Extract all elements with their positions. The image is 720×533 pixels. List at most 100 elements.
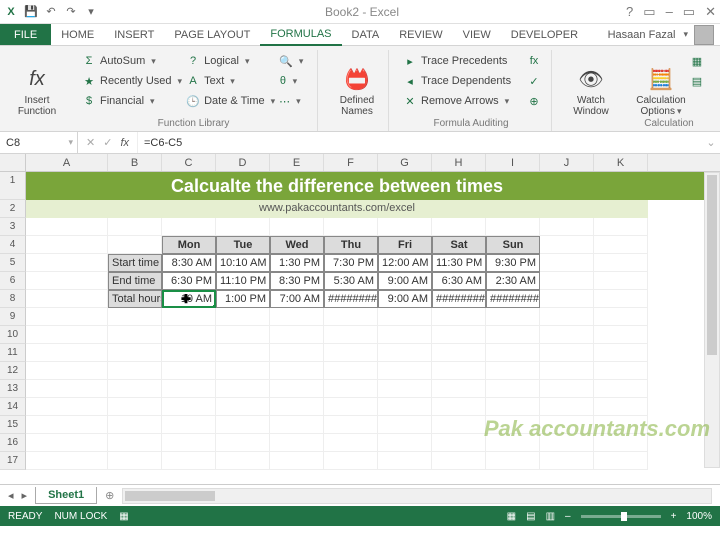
new-sheet-button[interactable]: ⊕: [105, 489, 114, 502]
error-checking-button[interactable]: ✓: [527, 72, 545, 90]
row-label[interactable]: Start time: [108, 254, 162, 272]
cell[interactable]: [270, 398, 324, 416]
minimize-icon[interactable]: –: [666, 4, 673, 20]
cell[interactable]: [540, 452, 594, 470]
cell[interactable]: [108, 326, 162, 344]
data-cell[interactable]: 9:00 AM: [378, 272, 432, 290]
evaluate-formula-button[interactable]: ⊕: [527, 92, 545, 110]
day-header[interactable]: Thu: [324, 236, 378, 254]
day-header[interactable]: Sun: [486, 236, 540, 254]
cell[interactable]: [162, 308, 216, 326]
row-header-16[interactable]: 16: [0, 434, 26, 452]
cell[interactable]: [378, 326, 432, 344]
cell[interactable]: [540, 272, 594, 290]
worksheet[interactable]: ABCDEFGHIJK 1Calcualte the difference be…: [0, 154, 720, 484]
cell[interactable]: [216, 434, 270, 452]
cell[interactable]: [432, 362, 486, 380]
col-header-C[interactable]: C: [162, 154, 216, 171]
cell[interactable]: [162, 344, 216, 362]
cell[interactable]: [486, 362, 540, 380]
horizontal-scrollbar[interactable]: [122, 488, 712, 504]
cell[interactable]: [594, 398, 648, 416]
cell[interactable]: [324, 398, 378, 416]
data-cell[interactable]: 6:30 AM: [432, 272, 486, 290]
redo-icon[interactable]: ↷: [64, 5, 78, 19]
col-header-K[interactable]: K: [594, 154, 648, 171]
cell[interactable]: [594, 254, 648, 272]
banner-title[interactable]: Calcualte the difference between times: [26, 172, 648, 200]
cell[interactable]: [432, 326, 486, 344]
data-cell[interactable]: 9:00 AM: [378, 290, 432, 308]
data-cell[interactable]: 11:10 PM: [216, 272, 270, 290]
cell[interactable]: [162, 452, 216, 470]
data-cell[interactable]: ########: [486, 290, 540, 308]
cell[interactable]: [540, 326, 594, 344]
cell[interactable]: [162, 434, 216, 452]
cell[interactable]: [540, 290, 594, 308]
cell[interactable]: [216, 416, 270, 434]
cell[interactable]: [26, 236, 108, 254]
row-header-14[interactable]: 14: [0, 398, 26, 416]
defined-names-button[interactable]: 📛 Defined Names: [332, 50, 382, 131]
insert-function-button[interactable]: fx Insert Function: [12, 50, 62, 131]
cell[interactable]: [108, 344, 162, 362]
cell[interactable]: [270, 434, 324, 452]
cell[interactable]: [378, 434, 432, 452]
cell[interactable]: [270, 452, 324, 470]
row-header-4[interactable]: 4: [0, 236, 26, 254]
cell[interactable]: [270, 416, 324, 434]
data-cell[interactable]: 7:30 PM: [324, 254, 378, 272]
cancel-icon[interactable]: ✕: [86, 136, 95, 149]
cell[interactable]: [216, 452, 270, 470]
cell[interactable]: [270, 380, 324, 398]
calc-sheet-button[interactable]: ▤: [690, 72, 708, 90]
logical-button[interactable]: ?Logical▾: [186, 52, 275, 70]
cell[interactable]: [540, 218, 594, 236]
cell[interactable]: [108, 398, 162, 416]
math-trig-button[interactable]: θ▾: [279, 72, 297, 90]
day-header[interactable]: Fri: [378, 236, 432, 254]
cell[interactable]: [486, 326, 540, 344]
cell[interactable]: [26, 254, 108, 272]
cell[interactable]: [432, 416, 486, 434]
view-page-break-icon[interactable]: ▥: [546, 511, 555, 522]
row-header-8[interactable]: 8: [0, 290, 26, 308]
cell[interactable]: [486, 218, 540, 236]
cell[interactable]: [540, 344, 594, 362]
cell[interactable]: [26, 398, 108, 416]
cell[interactable]: [162, 416, 216, 434]
col-header-G[interactable]: G: [378, 154, 432, 171]
cell[interactable]: [26, 308, 108, 326]
row-label[interactable]: End time: [108, 272, 162, 290]
undo-icon[interactable]: ↶: [44, 5, 58, 19]
cell[interactable]: [486, 308, 540, 326]
cell[interactable]: [594, 362, 648, 380]
day-header[interactable]: Mon: [162, 236, 216, 254]
zoom-out-icon[interactable]: –: [565, 511, 571, 522]
data-cell[interactable]: 6:30 PM: [162, 272, 216, 290]
data-cell[interactable]: 10:10 AM: [216, 254, 270, 272]
cell[interactable]: [108, 380, 162, 398]
col-header-D[interactable]: D: [216, 154, 270, 171]
cell[interactable]: [162, 380, 216, 398]
cell[interactable]: [594, 452, 648, 470]
zoom-level[interactable]: 100%: [686, 511, 712, 522]
cell[interactable]: [162, 218, 216, 236]
cell[interactable]: [378, 308, 432, 326]
cell[interactable]: [378, 344, 432, 362]
row-header-12[interactable]: 12: [0, 362, 26, 380]
cell[interactable]: [324, 218, 378, 236]
cell[interactable]: [378, 380, 432, 398]
col-header-H[interactable]: H: [432, 154, 486, 171]
cell[interactable]: [216, 308, 270, 326]
fx-icon[interactable]: fx: [120, 137, 129, 149]
cell[interactable]: [432, 434, 486, 452]
day-header[interactable]: Tue: [216, 236, 270, 254]
cell[interactable]: [270, 308, 324, 326]
user-area[interactable]: Hasaan Fazal ▾: [608, 24, 720, 45]
tab-data[interactable]: DATA: [342, 24, 390, 45]
banner-subtitle[interactable]: www.pakaccountants.com/excel: [26, 200, 648, 218]
cell[interactable]: [540, 236, 594, 254]
cell[interactable]: [26, 362, 108, 380]
trace-dependents-button[interactable]: ◂Trace Dependents: [403, 72, 523, 90]
